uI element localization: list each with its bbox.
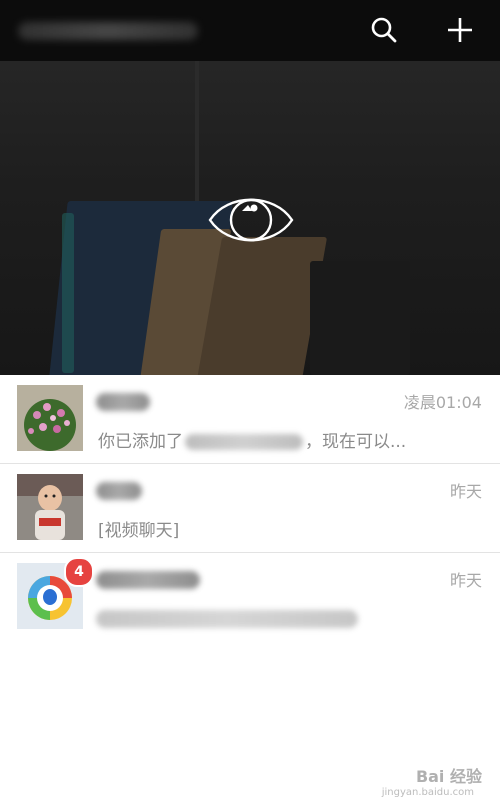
- blurred-title: [18, 22, 198, 40]
- message-preview: [视频聊天]: [98, 521, 180, 541]
- blurred-contact-name: [96, 393, 150, 411]
- avatar[interactable]: [17, 474, 83, 540]
- watermark-brand: Bai 经验: [415, 767, 482, 786]
- chat-row[interactable]: 凌晨01:04 你已添加了 ，现在可以...: [0, 375, 500, 464]
- plus-icon: [448, 18, 472, 42]
- box-shape: [310, 261, 410, 375]
- chat-row[interactable]: 4 昨天 Bai 经验 jingyan.baidu.com: [0, 553, 500, 798]
- baby-photo-icon: [17, 474, 83, 540]
- flower-photo-icon: [17, 385, 83, 451]
- add-button[interactable]: [440, 12, 480, 48]
- blurred-contact-name: [96, 571, 200, 589]
- blurred-name: [185, 434, 303, 450]
- message-preview: 你已添加了 ，现在可以...: [98, 427, 406, 452]
- search-icon: [371, 17, 397, 43]
- book-shape: [62, 213, 74, 373]
- eye-icon[interactable]: [206, 185, 296, 255]
- chat-list: 凌晨01:04 你已添加了 ，现在可以... 昨天 [视频聊天] 4 昨天 Ba…: [0, 375, 500, 798]
- top-bar: [0, 0, 500, 61]
- message-time: 凌晨01:04: [403, 393, 482, 412]
- search-button[interactable]: [364, 12, 404, 48]
- message-text-end: ，现在可以...: [305, 432, 407, 452]
- message-time: 昨天: [449, 571, 482, 590]
- message-time: 昨天: [449, 482, 482, 501]
- blurred-contact-name: [96, 482, 142, 500]
- unread-badge: 4: [64, 557, 94, 587]
- watermark-url: jingyan.baidu.com: [381, 787, 474, 798]
- camera-preview[interactable]: [0, 61, 500, 375]
- avatar[interactable]: [17, 385, 83, 451]
- blurred-message-preview: [96, 610, 358, 628]
- message-text-start: 你已添加了: [98, 432, 183, 452]
- chat-row[interactable]: 昨天 [视频聊天]: [0, 464, 500, 553]
